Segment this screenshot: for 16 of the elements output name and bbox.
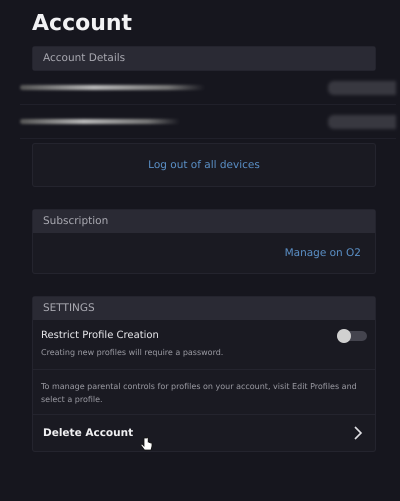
- hand-cursor-icon: [141, 437, 153, 452]
- logout-link[interactable]: Log out of all devices: [148, 159, 260, 171]
- setting-label: Restrict Profile Creation: [41, 330, 159, 341]
- section-header: SETTINGS: [33, 297, 375, 320]
- page-title: Account: [32, 10, 134, 38]
- manage-link[interactable]: Manage on O2: [284, 247, 361, 259]
- blurred-value: [328, 114, 396, 128]
- delete-account-row[interactable]: Delete Account: [33, 415, 375, 451]
- section-header: Account Details: [33, 47, 375, 70]
- chevron-icon: [353, 426, 363, 440]
- section-header: Subscription: [33, 210, 375, 233]
- delete-account-label: Delete Account: [43, 427, 134, 439]
- toggle-switch[interactable]: [339, 330, 367, 340]
- setting-description: Creating new profiles will require a password.: [41, 347, 224, 359]
- blurred-value: [328, 80, 396, 94]
- parental-note: To manage parental controls for profiles on your account, visit Edit Profiles and select a profile.: [41, 381, 358, 406]
